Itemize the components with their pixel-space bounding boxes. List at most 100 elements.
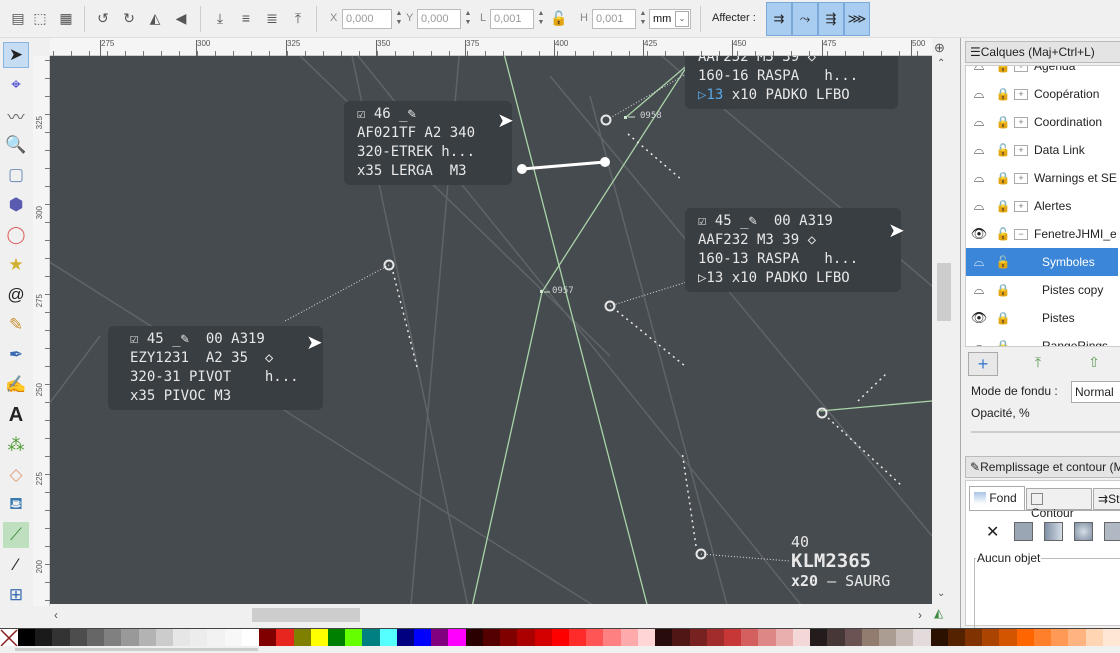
color-swatch[interactable]: [379, 629, 397, 647]
color-swatch[interactable]: [1068, 629, 1086, 647]
expand-icon[interactable]: +: [1014, 200, 1028, 212]
flat-color-button[interactable]: [1014, 522, 1033, 541]
dropper-tool-icon[interactable]: ⁄: [3, 552, 29, 578]
affect-patterns-button[interactable]: ⋙: [844, 2, 870, 36]
gradient-tool-icon[interactable]: ⟋: [3, 522, 29, 548]
eye-closed-icon[interactable]: ⌓: [966, 114, 992, 130]
color-swatch[interactable]: [172, 629, 191, 647]
x-input[interactable]: [342, 9, 392, 29]
star-tool-icon[interactable]: ★: [3, 252, 29, 278]
color-swatch[interactable]: [500, 629, 518, 647]
color-swatch[interactable]: [190, 629, 208, 647]
connector-tool-icon[interactable]: ⊞: [3, 582, 29, 608]
fill-stroke-panel-header[interactable]: ✎Remplissage et contour (M: [965, 456, 1120, 478]
color-swatch[interactable]: [327, 629, 346, 647]
eraser-tool-icon[interactable]: ◇: [3, 462, 29, 488]
pencil-tool-icon[interactable]: ✎: [3, 312, 29, 338]
rotate-ccw-icon[interactable]: ↺: [93, 8, 113, 28]
flight-label-ezy1231[interactable]: ☑ 45 _✎ 00 A319 EZY1231 A2 35 ◇ 320-31 P…: [108, 326, 323, 410]
color-swatch[interactable]: [1102, 629, 1120, 647]
affect-stroke-width-button[interactable]: ⇉: [766, 2, 792, 36]
color-swatch[interactable]: [896, 629, 914, 647]
linear-gradient-button[interactable]: [1044, 522, 1063, 541]
collapse-icon[interactable]: −: [1014, 228, 1028, 240]
lock-ratio-icon[interactable]: 🔓: [549, 8, 569, 28]
paint-bucket-tool-icon[interactable]: ⛾: [3, 492, 29, 518]
color-swatch[interactable]: [207, 629, 225, 647]
layers-panel-header[interactable]: ☰Calques (Maj+Ctrl+L): [965, 41, 1120, 63]
layer-row[interactable]: ⌓ 🔒 + Alertes: [966, 192, 1118, 220]
color-swatch[interactable]: [1085, 629, 1103, 647]
zoom-1-1-icon[interactable]: ⊕: [934, 40, 945, 56]
color-swatch[interactable]: [121, 629, 139, 647]
color-swatch[interactable]: [637, 629, 656, 647]
color-swatch[interactable]: [655, 629, 673, 647]
expand-icon[interactable]: +: [1014, 88, 1028, 100]
opacity-slider[interactable]: [971, 431, 1120, 433]
affect-gradients-button[interactable]: ⇶: [818, 2, 844, 36]
color-swatch[interactable]: [723, 629, 742, 647]
scroll-left-icon[interactable]: ‹: [54, 608, 58, 622]
no-paint-icon[interactable]: ✕: [986, 522, 999, 542]
color-swatch[interactable]: [276, 629, 294, 647]
color-swatch[interactable]: [517, 629, 535, 647]
select-all-layers-icon[interactable]: ⬚: [30, 8, 50, 28]
color-swatch[interactable]: [741, 629, 759, 647]
text-tool-icon[interactable]: A: [3, 402, 29, 428]
affect-corners-button[interactable]: ⤳: [792, 2, 818, 36]
width-input[interactable]: [490, 9, 534, 29]
horizontal-scrollbar[interactable]: ‹ ›: [50, 604, 932, 626]
color-swatch[interactable]: [620, 629, 638, 647]
color-swatch[interactable]: [224, 629, 242, 647]
color-swatch[interactable]: [810, 629, 828, 647]
spiral-tool-icon[interactable]: @: [3, 282, 29, 308]
raise-icon[interactable]: ≣: [262, 8, 282, 28]
scroll-up-icon[interactable]: ⌃: [937, 58, 945, 69]
eye-closed-icon[interactable]: ⌓: [966, 254, 992, 270]
color-swatch[interactable]: [965, 629, 983, 647]
tab-stroke-style[interactable]: ⇉St: [1093, 488, 1120, 510]
unlock-icon[interactable]: 🔓: [992, 255, 1014, 269]
color-swatch[interactable]: [1051, 629, 1069, 647]
add-layer-button[interactable]: +: [968, 352, 998, 376]
color-swatch[interactable]: [414, 629, 432, 647]
color-swatch[interactable]: [293, 629, 311, 647]
color-swatch[interactable]: [603, 629, 621, 647]
expand-icon[interactable]: +: [1014, 116, 1028, 128]
unit-select[interactable]: mm ⌄: [649, 9, 691, 29]
color-swatch[interactable]: [861, 629, 879, 647]
tab-stroke[interactable]: Contour: [1026, 488, 1092, 520]
lock-icon[interactable]: 🔒: [992, 171, 1014, 185]
lower-icon[interactable]: ≡: [236, 8, 256, 28]
eye-closed-icon[interactable]: ⌓: [966, 66, 992, 74]
color-swatch[interactable]: [827, 629, 845, 647]
expand-icon[interactable]: +: [1014, 144, 1028, 156]
color-swatch[interactable]: [775, 629, 793, 647]
color-swatch[interactable]: [86, 629, 105, 647]
layer-row[interactable]: ⌓ 🔓 Symboles: [966, 248, 1118, 276]
lower-bottom-icon[interactable]: ⤓: [210, 8, 230, 28]
flip-vertical-icon[interactable]: ◀: [171, 8, 191, 28]
color-swatch[interactable]: [792, 629, 811, 647]
layer-row[interactable]: 👁 🔒 Pistes: [966, 304, 1118, 332]
width-spinner[interactable]: ▲ ▼: [536, 9, 546, 29]
eye-closed-icon[interactable]: ⌓: [966, 282, 992, 298]
raise-top-icon[interactable]: ⤒: [288, 8, 308, 28]
unlock-icon[interactable]: 🔓: [992, 143, 1014, 157]
color-swatch[interactable]: [155, 629, 173, 647]
eye-closed-icon[interactable]: ⌓: [966, 198, 992, 214]
lock-icon[interactable]: 🔒: [992, 87, 1014, 101]
color-swatch[interactable]: [104, 629, 122, 647]
color-swatch[interactable]: [982, 629, 1000, 647]
flight-label-aaf232[interactable]: ☑ 45 _✎ 00 A319 AAF232 M3 39 ◇ 160-13 RA…: [685, 208, 901, 292]
color-swatch[interactable]: [138, 629, 156, 647]
color-swatch[interactable]: [1033, 629, 1052, 647]
tweak-tool-icon[interactable]: 〰: [3, 102, 29, 128]
lock-icon[interactable]: 🔒: [992, 283, 1014, 297]
vertical-scrollbar[interactable]: ⌃ ⌄: [932, 56, 952, 604]
node-tool-icon[interactable]: ⌖: [3, 72, 29, 98]
vertical-scroll-thumb[interactable]: [937, 263, 951, 321]
unlock-icon[interactable]: 🔓: [992, 227, 1014, 241]
color-swatch[interactable]: [52, 629, 70, 647]
blend-mode-select[interactable]: Normal: [1071, 381, 1120, 403]
